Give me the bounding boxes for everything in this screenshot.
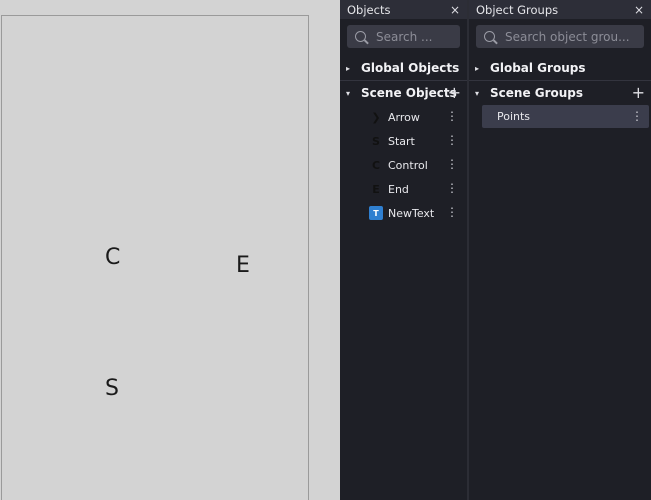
scene-object-control[interactable]: C — [105, 247, 120, 269]
group-name: Points — [497, 110, 531, 123]
section-label: Global Groups — [490, 61, 586, 75]
scene-groups-section[interactable]: ▾ Scene Groups + — [469, 81, 651, 105]
close-icon[interactable]: × — [450, 3, 460, 17]
groups-panel-title: Object Groups — [476, 2, 559, 17]
object-item-newtext[interactable]: T NewText ⋮ — [340, 201, 467, 225]
more-options-icon[interactable]: ⋮ — [446, 110, 458, 122]
object-name: Control — [388, 158, 428, 172]
close-icon[interactable]: × — [634, 3, 644, 17]
letter-e-icon: E — [372, 182, 380, 196]
search-icon — [355, 31, 366, 42]
scene-object-start[interactable]: S — [105, 378, 119, 400]
section-label: Global Objects — [361, 61, 460, 75]
letter-s-icon: S — [372, 134, 380, 148]
more-options-icon[interactable]: ⋮ — [631, 109, 643, 123]
text-object-icon: T — [369, 206, 383, 220]
more-options-icon[interactable]: ⋮ — [446, 134, 458, 146]
objects-search-box[interactable] — [347, 25, 460, 48]
objects-panel-header: Objects × — [340, 0, 467, 19]
section-label: Scene Objects — [361, 86, 457, 100]
object-item-start[interactable]: S Start ⋮ — [340, 129, 467, 153]
scene-objects-section[interactable]: ▾ Scene Objects + — [340, 81, 467, 105]
expanded-arrow-icon: ▾ — [475, 88, 480, 98]
objects-search-input[interactable] — [376, 29, 452, 44]
search-icon — [484, 31, 495, 42]
more-options-icon[interactable]: ⋮ — [446, 182, 458, 194]
global-groups-section[interactable]: ▸ Global Groups — [469, 56, 651, 80]
arrow-shape-icon: ❯ — [371, 110, 381, 124]
object-groups-panel: Object Groups × ▸ Global Groups ▾ Scene … — [469, 0, 651, 500]
expanded-arrow-icon: ▾ — [346, 88, 351, 98]
group-item-points[interactable]: Points ⋮ — [482, 105, 649, 128]
object-item-control[interactable]: C Control ⋮ — [340, 153, 467, 177]
groups-search-box[interactable] — [476, 25, 644, 48]
groups-panel-header: Object Groups × — [469, 0, 651, 19]
objects-panel-title: Objects — [347, 2, 391, 17]
object-item-end[interactable]: E End ⋮ — [340, 177, 467, 201]
groups-search-input[interactable] — [505, 29, 636, 44]
letter-c-icon: C — [371, 158, 381, 172]
global-objects-section[interactable]: ▸ Global Objects — [340, 56, 467, 80]
object-name: NewText — [388, 206, 435, 220]
editor-window: C E S Objects × ▸ Global Objects ▾ Scene… — [0, 0, 651, 500]
more-options-icon[interactable]: ⋮ — [446, 206, 458, 218]
collapsed-arrow-icon: ▸ — [346, 63, 351, 73]
add-group-icon[interactable]: + — [632, 83, 645, 102]
add-object-icon[interactable]: + — [448, 83, 461, 102]
scene-object-end[interactable]: E — [236, 255, 250, 277]
canvas-bounds — [1, 15, 309, 500]
object-name: Arrow — [388, 110, 420, 124]
object-name: Start — [388, 134, 415, 148]
object-item-arrow[interactable]: ❯ Arrow ⋮ — [340, 105, 467, 129]
objects-panel: Objects × ▸ Global Objects ▾ Scene Objec… — [340, 0, 467, 500]
object-name: End — [388, 182, 409, 196]
section-label: Scene Groups — [490, 86, 584, 100]
more-options-icon[interactable]: ⋮ — [446, 158, 458, 170]
collapsed-arrow-icon: ▸ — [475, 63, 480, 73]
scene-viewport[interactable]: C E S — [0, 0, 340, 500]
